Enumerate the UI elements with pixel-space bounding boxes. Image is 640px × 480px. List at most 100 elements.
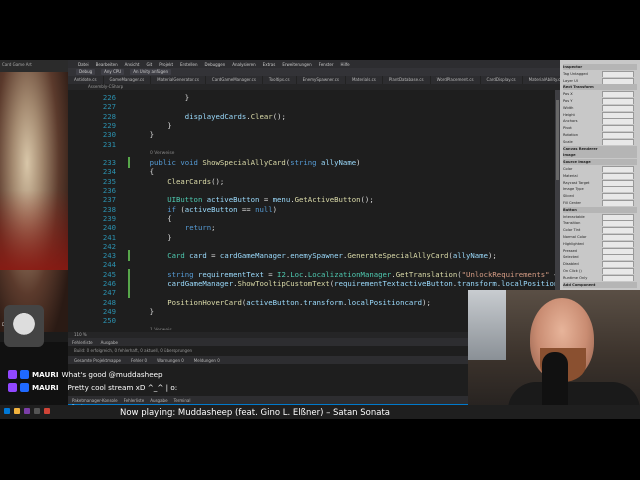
inspector-field[interactable] — [602, 104, 634, 111]
editor-tab[interactable]: MaterialGenerator.cs — [151, 76, 206, 84]
inspector-field[interactable] — [602, 220, 634, 227]
inspector-row[interactable]: Image — [563, 152, 637, 159]
inspector-row[interactable]: Selected — [563, 254, 637, 261]
output-tab[interactable]: Ausgabe — [101, 340, 118, 345]
attach-button[interactable]: An Unity anfügen — [130, 69, 171, 75]
inspector-field[interactable] — [602, 172, 634, 179]
inspector-field[interactable] — [602, 240, 634, 247]
inspector-row[interactable]: Height — [563, 111, 637, 118]
explorer-icon[interactable] — [14, 408, 20, 414]
editor-tab[interactable]: Materials.cs — [346, 76, 383, 84]
inspector-row[interactable]: Disabled — [563, 261, 637, 268]
inspector-row[interactable]: Color Tint — [563, 227, 637, 234]
menu-item[interactable]: Git — [146, 62, 152, 67]
inspector-row[interactable]: Color — [563, 166, 637, 172]
inspector-field[interactable] — [602, 213, 634, 220]
inspector-field[interactable] — [602, 268, 634, 274]
menu-item[interactable]: Bearbeiten — [96, 62, 118, 67]
editor-tab[interactable]: MaterialAbility.cs — [523, 76, 560, 84]
inspector-row[interactable]: Add Component — [563, 281, 637, 288]
inspector-field[interactable] — [602, 125, 634, 132]
inspector-field[interactable] — [602, 200, 634, 206]
editor-tab[interactable]: CardGameManager.cs — [206, 76, 263, 84]
inspector-field[interactable] — [602, 111, 634, 118]
inspector-row[interactable]: Material — [563, 172, 637, 179]
editor-tab[interactable]: CardDisplay.cs — [481, 76, 523, 84]
editor-tab[interactable]: PlantDatabase.cs — [383, 76, 431, 84]
inspector-field[interactable] — [602, 98, 634, 104]
error-filter[interactable]: Gesamte Projektmappe — [74, 358, 121, 363]
inspector-row[interactable]: Button — [563, 206, 637, 213]
menu-item[interactable]: Datei — [78, 62, 89, 67]
menu-item[interactable]: Erweiterungen — [282, 62, 311, 67]
inspector-row[interactable]: Fill Center — [563, 200, 637, 206]
inspector-row[interactable]: Source Image — [563, 159, 637, 166]
error-filter[interactable]: Fehler 0 — [131, 358, 147, 363]
tool-window-tab[interactable]: Paketmanager-Konsole — [72, 398, 118, 403]
menu-item[interactable]: Fenster — [319, 62, 334, 67]
error-filter[interactable]: Warnungen 0 — [157, 358, 184, 363]
inspector-field[interactable] — [602, 254, 634, 261]
tool-window-tab[interactable]: Ausgabe — [150, 398, 167, 403]
inspector-row[interactable]: Tag Untagged — [563, 70, 637, 77]
inspector-row[interactable]: Interactable — [563, 213, 637, 220]
inspector-field[interactable] — [602, 91, 634, 98]
visual-studio-icon[interactable] — [24, 408, 30, 414]
inspector-row[interactable]: On Click () — [563, 268, 637, 274]
start-icon[interactable] — [4, 408, 10, 414]
inspector-field[interactable] — [602, 70, 634, 77]
menu-item[interactable]: Debuggen — [205, 62, 226, 67]
editor-tab[interactable]: Tooltips.cs — [263, 76, 297, 84]
inspector-field[interactable] — [602, 166, 634, 172]
platform-dropdown[interactable]: Any CPU — [101, 69, 125, 75]
editor-tab[interactable]: WordPlacement.cs — [431, 76, 481, 84]
output-tab[interactable]: Fehlerliste — [72, 340, 93, 345]
menu-item[interactable]: Analysieren — [232, 62, 255, 67]
inspector-row[interactable]: Anchors — [563, 118, 637, 125]
inspector-row[interactable]: Rect Transform — [563, 84, 637, 91]
inspector-row[interactable]: Normal Color — [563, 234, 637, 240]
inspector-field[interactable] — [602, 274, 634, 281]
menu-item[interactable]: Hilfe — [340, 62, 349, 67]
inspector-field[interactable] — [602, 247, 634, 254]
unity-icon[interactable] — [34, 408, 40, 414]
editor-tab[interactable]: GameManager.cs — [104, 76, 152, 84]
error-filter[interactable]: Meldungen 0 — [194, 358, 220, 363]
inspector-row[interactable]: Raycast Target — [563, 179, 637, 186]
inspector-field[interactable] — [602, 186, 634, 193]
menu-item[interactable]: Erstellen — [180, 62, 198, 67]
inspector-row[interactable]: Canvas Renderer — [563, 145, 637, 152]
editor-tab[interactable]: Antidote.cs — [68, 76, 104, 84]
editor-tab[interactable]: EnemySpawner.cs — [297, 76, 346, 84]
inspector-field[interactable] — [602, 118, 634, 125]
inspector-field[interactable] — [602, 77, 634, 84]
inspector-row[interactable]: Rotation — [563, 132, 637, 138]
inspector-row[interactable]: Runtime Only — [563, 274, 637, 281]
inspector-row[interactable]: Image Type — [563, 186, 637, 193]
inspector-field[interactable] — [602, 227, 634, 234]
config-dropdown[interactable]: Debug — [76, 69, 96, 75]
menu-item[interactable]: Projekt — [159, 62, 173, 67]
menu-item[interactable]: Extras — [263, 62, 276, 67]
inspector-field[interactable] — [602, 234, 634, 240]
inspector-row[interactable]: Transition — [563, 220, 637, 227]
tool-window-tab[interactable]: Terminal — [174, 398, 191, 403]
browser-icon[interactable] — [44, 408, 50, 414]
inspector-row[interactable]: Inspector — [563, 64, 637, 70]
inspector-field[interactable] — [602, 138, 634, 145]
editor-scroll-thumb[interactable] — [556, 100, 559, 180]
inspector-row[interactable]: Pos Y — [563, 98, 637, 104]
menu-item[interactable]: Ansicht — [125, 62, 140, 67]
inspector-row[interactable]: Pos X — [563, 91, 637, 98]
inspector-field[interactable] — [602, 261, 634, 268]
inspector-row[interactable]: Pivot — [563, 125, 637, 132]
inspector-row[interactable]: Layer UI — [563, 77, 637, 84]
inspector-field[interactable] — [602, 132, 634, 138]
tool-window-tab[interactable]: Fehlerliste — [124, 398, 145, 403]
inspector-row[interactable]: Scale — [563, 138, 637, 145]
inspector-row[interactable]: Sliced — [563, 193, 637, 200]
inspector-field[interactable] — [602, 193, 634, 200]
inspector-field[interactable] — [602, 179, 634, 186]
inspector-row[interactable]: Pressed — [563, 247, 637, 254]
inspector-row[interactable]: Highlighted — [563, 240, 637, 247]
